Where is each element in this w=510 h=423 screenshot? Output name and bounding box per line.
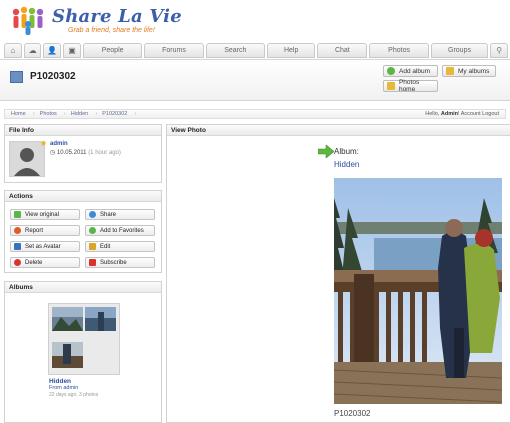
- albums-heading: Albums: [5, 282, 161, 293]
- subscribe-label: Subscribe: [100, 259, 127, 266]
- album-from[interactable]: From admin: [49, 385, 78, 391]
- set-as-avatar-label: Set as Avatar: [25, 243, 61, 250]
- add-to-favorites-label: Add to Favorites: [100, 227, 144, 234]
- album-meta: 22 days ago, 3 photos: [49, 392, 99, 398]
- picture-icon[interactable]: ▣: [63, 43, 81, 58]
- pencil-icon: [89, 243, 96, 250]
- photo-name: P1020302: [334, 409, 371, 418]
- albums-box: Albums Hidden From admin 22 days ago, 3 …: [4, 281, 162, 423]
- tab-photos[interactable]: Photos: [369, 43, 429, 58]
- add-album-button[interactable]: Add album: [383, 65, 438, 77]
- brand-name[interactable]: Share La Vie: [52, 6, 182, 27]
- crumb-photos[interactable]: Photos: [34, 111, 66, 117]
- user-icon[interactable]: 👤: [43, 43, 62, 58]
- breadcrumb: Home Photos Hidden P1020302 Hello, Admin…: [4, 109, 506, 119]
- add-to-favorites-button[interactable]: Add to Favorites: [85, 225, 155, 236]
- delete-button[interactable]: Delete: [10, 257, 80, 268]
- tab-forums[interactable]: Forums: [144, 43, 204, 58]
- set-as-avatar-button[interactable]: Set as Avatar: [10, 241, 80, 252]
- plus-icon: [89, 227, 96, 234]
- file-date-value: 10.05.2011: [56, 150, 87, 156]
- photos-icon: [387, 82, 395, 90]
- photos-home-label: Photos home: [398, 79, 420, 93]
- session-info: Hello, Admin! Account Logout: [425, 111, 499, 117]
- delete-label: Delete: [25, 259, 43, 266]
- tab-search[interactable]: Search: [205, 43, 266, 58]
- tab-chat[interactable]: Chat: [317, 43, 368, 58]
- hello-text: Hello,: [425, 111, 440, 117]
- file-info-box: File Info ★ admin ◷ 10.05.2011 (1 hour a…: [4, 124, 162, 183]
- my-albums-button[interactable]: My albums: [442, 65, 496, 77]
- delete-icon: [14, 259, 21, 266]
- home-icon[interactable]: ⌂: [4, 43, 22, 58]
- album-link[interactable]: Hidden: [334, 160, 359, 169]
- edit-button[interactable]: Edit: [85, 241, 155, 252]
- main-nav: ⌂ ☁ 👤 ▣ People Forums Search Help Chat P…: [4, 43, 508, 59]
- tab-help[interactable]: Help: [267, 43, 316, 58]
- star-icon: ★: [40, 139, 48, 148]
- search-icon[interactable]: ⚲: [490, 43, 508, 58]
- report-icon: [14, 227, 21, 234]
- album-name[interactable]: Hidden: [49, 378, 71, 385]
- crumb-hidden[interactable]: Hidden: [65, 111, 98, 117]
- add-album-label: Add album: [399, 67, 431, 75]
- my-albums-label: My albums: [458, 67, 490, 75]
- file-owner[interactable]: admin: [50, 141, 68, 147]
- page-title: P1020302: [30, 71, 76, 82]
- report-button[interactable]: Report: [10, 225, 80, 236]
- plus-icon: [387, 67, 395, 75]
- view-photo-heading: View Photo: [167, 125, 510, 136]
- session-user[interactable]: Admin: [441, 111, 458, 117]
- account-link[interactable]: Account: [461, 111, 481, 117]
- tab-groups[interactable]: Groups: [430, 43, 489, 58]
- crumb-current: P1020302: [96, 111, 136, 117]
- actions-heading: Actions: [5, 191, 161, 202]
- file-info-heading: File Info: [5, 125, 161, 136]
- clock-icon: ◷: [50, 150, 56, 156]
- photos-home-button[interactable]: Photos home: [383, 79, 438, 93]
- folder-icon: [446, 67, 454, 75]
- site-header: Share La Vie Grab a friend, share the li…: [0, 0, 510, 44]
- share-icon: [89, 211, 96, 218]
- file-date: ◷ 10.05.2011 (1 hour ago): [50, 149, 121, 156]
- share-label: Share: [100, 211, 117, 218]
- view-original-button[interactable]: View original: [10, 209, 80, 220]
- album-label: Album:: [334, 147, 359, 156]
- edit-label: Edit: [100, 243, 111, 250]
- tab-people[interactable]: People: [82, 43, 143, 58]
- cloud-icon[interactable]: ☁: [23, 43, 42, 58]
- report-label: Report: [25, 227, 44, 234]
- share-button[interactable]: Share: [85, 209, 155, 220]
- arrow-right-icon: [318, 145, 334, 158]
- main-photo[interactable]: [334, 178, 502, 404]
- people-logo-icon[interactable]: [10, 6, 48, 36]
- crumb-home[interactable]: Home: [5, 111, 34, 117]
- actions-box: Actions View original Share Report Add t…: [4, 190, 162, 273]
- image-icon: [14, 211, 21, 218]
- page-titlebar: P1020302 Add album My albums Photos home: [0, 59, 510, 101]
- photo-icon: [10, 71, 23, 83]
- view-original-label: View original: [25, 211, 59, 218]
- avatar-icon: [14, 243, 21, 250]
- album-thumbnail[interactable]: [48, 303, 120, 375]
- logout-link[interactable]: Logout: [482, 111, 499, 117]
- subscribe-button[interactable]: Subscribe: [85, 257, 155, 268]
- brand-tagline: Grab a friend, share the life!: [68, 27, 155, 34]
- pin-icon: [89, 259, 96, 266]
- file-date-ago: (1 hour ago): [88, 150, 121, 156]
